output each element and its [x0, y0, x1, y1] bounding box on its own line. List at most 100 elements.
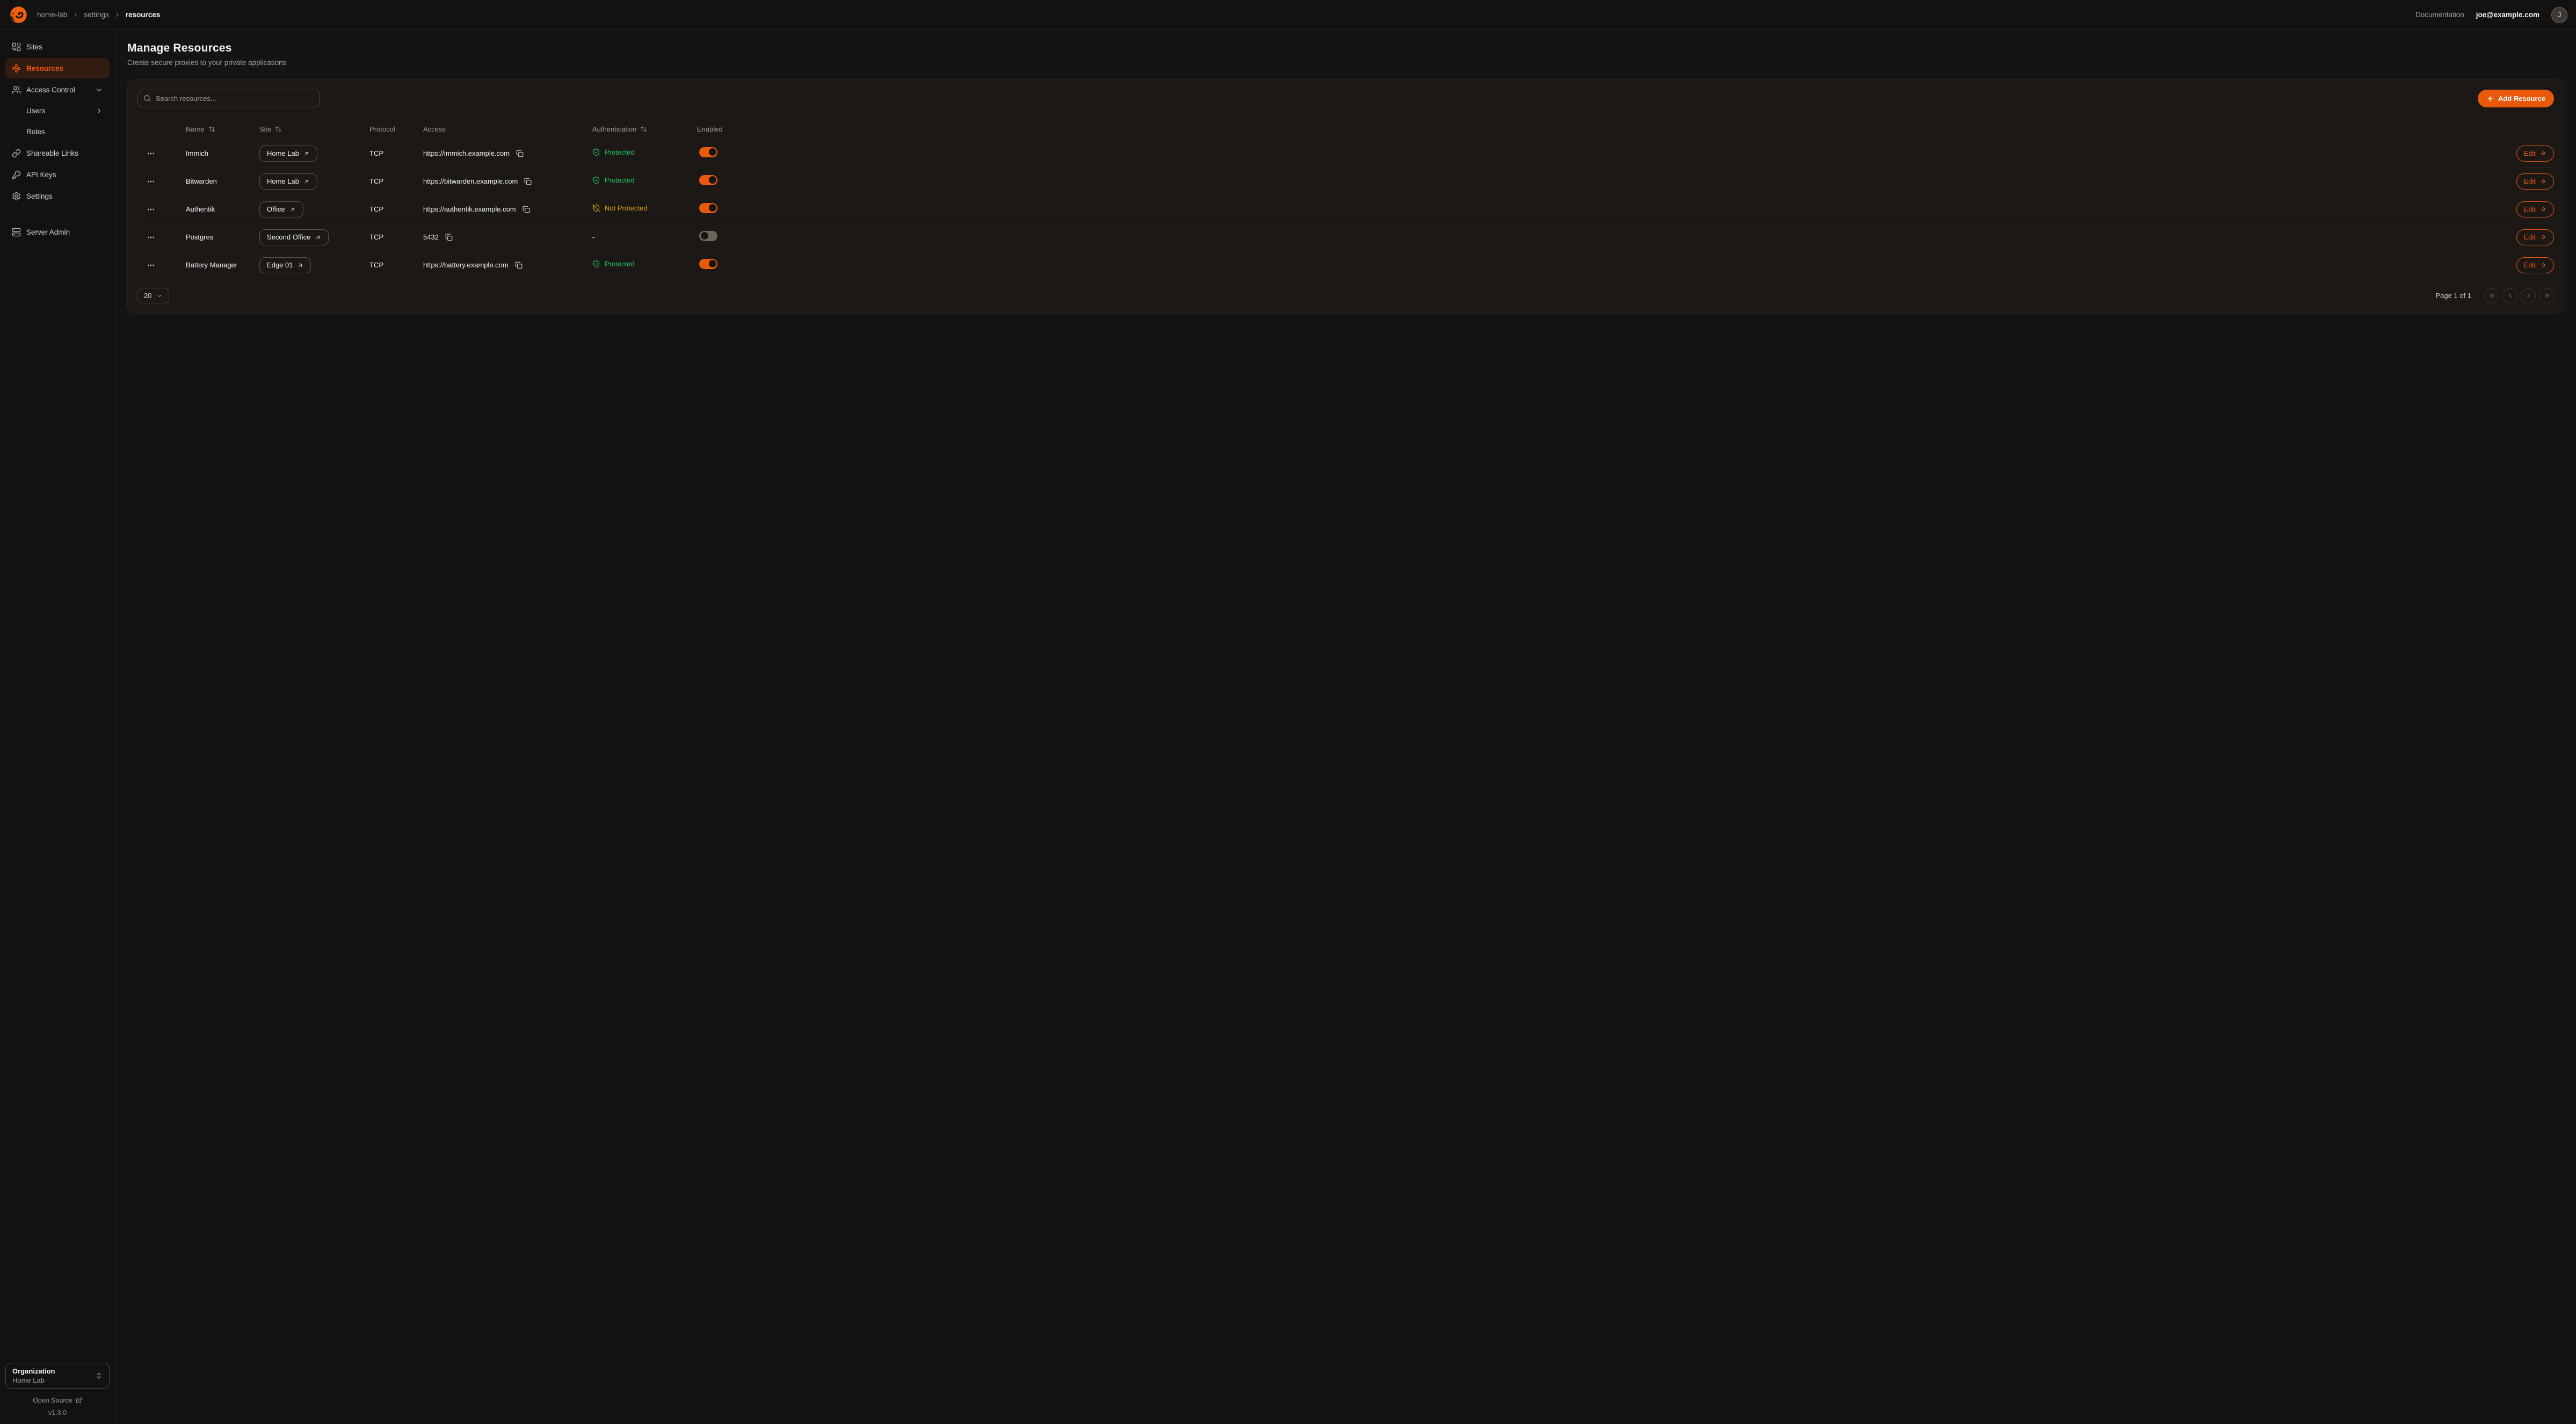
arrow-right-icon — [2539, 206, 2546, 213]
sidebar-item-users[interactable]: Users — [5, 101, 110, 121]
table-row: Postgres Second Office TCP 5432 — [137, 223, 2554, 251]
next-page-button[interactable] — [2521, 288, 2536, 303]
arrow-right-icon — [2539, 178, 2546, 185]
sidebar-footer: Organization Home Lab Open Source v1.3.0 — [0, 1356, 115, 1424]
auth-badge: Protected — [592, 176, 635, 184]
toggle-knob — [709, 204, 716, 212]
chevron-down-icon — [95, 86, 103, 94]
breadcrumb-org[interactable]: home-lab — [37, 11, 67, 19]
row-menu-button[interactable] — [144, 147, 158, 161]
pangolin-logo-icon[interactable] — [9, 5, 28, 25]
sidebar-item-roles[interactable]: Roles — [5, 122, 110, 142]
row-menu-button[interactable] — [144, 258, 158, 272]
chevron-right-icon — [2525, 292, 2532, 299]
site-link-button[interactable]: Edge 01 — [259, 257, 311, 273]
sidebar-item-shareable-links[interactable]: Shareable Links — [5, 143, 110, 163]
sidebar-item-label: Shareable Links — [26, 149, 78, 157]
sidebar-item-server-admin[interactable]: Server Admin — [5, 222, 110, 242]
sidebar-item-settings[interactable]: Settings — [5, 186, 110, 206]
resource-protocol: TCP — [369, 233, 423, 241]
topbar: home-lab settings resources Documentatio… — [0, 0, 2576, 30]
sidebar-item-sites[interactable]: Sites — [5, 37, 110, 57]
arrow-up-right-icon — [315, 234, 321, 241]
header-authentication[interactable]: Authentication — [592, 125, 697, 133]
organization-selector[interactable]: Organization Home Lab — [5, 1363, 110, 1389]
site-link-button[interactable]: Office — [259, 201, 303, 217]
enabled-toggle[interactable] — [699, 147, 717, 157]
edit-button[interactable]: Edit — [2516, 173, 2554, 190]
sidebar-item-api-keys[interactable]: API Keys — [5, 164, 110, 185]
page-size-select[interactable]: 20 — [137, 288, 169, 303]
prev-page-button[interactable] — [2502, 288, 2517, 303]
site-link-button[interactable]: Home Lab — [259, 173, 317, 190]
enabled-toggle[interactable] — [699, 259, 717, 269]
waypoints-icon — [12, 64, 21, 73]
copy-access-button[interactable] — [521, 205, 531, 214]
main-content: Manage Resources Create secure proxies t… — [115, 30, 2576, 1424]
row-menu-button[interactable] — [144, 230, 158, 244]
header-enabled: Enabled — [697, 125, 775, 133]
first-page-button[interactable] — [2484, 288, 2499, 303]
sidebar-item-label: Access Control — [26, 86, 75, 94]
sidebar-item-access-control[interactable]: Access Control — [5, 79, 110, 100]
resource-protocol: TCP — [369, 177, 423, 185]
breadcrumb-settings[interactable]: settings — [84, 11, 109, 19]
site-link-button[interactable]: Home Lab — [259, 146, 317, 162]
table-row: Battery Manager Edge 01 TCP https://batt… — [137, 251, 2554, 279]
header-name[interactable]: Name — [186, 125, 259, 133]
edit-button[interactable]: Edit — [2516, 146, 2554, 162]
avatar[interactable]: J — [2551, 7, 2567, 23]
external-link-icon — [76, 1397, 82, 1404]
shield-off-icon — [592, 204, 600, 212]
version-label: v1.3.0 — [5, 1409, 110, 1416]
header-protocol: Protocol — [369, 125, 423, 133]
row-menu-button[interactable] — [144, 175, 158, 188]
sidebar-item-resources[interactable]: Resources — [5, 58, 110, 78]
enabled-toggle[interactable] — [699, 231, 717, 241]
toggle-knob — [709, 260, 716, 267]
resource-name: Immich — [186, 149, 259, 157]
header-site[interactable]: Site — [259, 125, 369, 133]
ellipsis-icon — [147, 261, 155, 270]
documentation-link[interactable]: Documentation — [2415, 11, 2464, 19]
sort-icon — [208, 126, 215, 133]
breadcrumb-resources: resources — [126, 11, 161, 19]
enabled-toggle[interactable] — [699, 203, 717, 213]
card-toolbar: Add Resource — [137, 90, 2554, 107]
resource-access: https://authentik.example.com — [423, 205, 516, 213]
last-page-button[interactable] — [2539, 288, 2554, 303]
edit-button[interactable]: Edit — [2516, 201, 2554, 217]
copy-access-button[interactable] — [514, 260, 524, 270]
ellipsis-icon — [147, 149, 155, 158]
edit-button[interactable]: Edit — [2516, 257, 2554, 273]
copy-access-button[interactable] — [444, 233, 454, 242]
enabled-toggle[interactable] — [699, 175, 717, 185]
add-resource-button[interactable]: Add Resource — [2478, 90, 2554, 107]
copy-access-button[interactable] — [515, 149, 525, 158]
open-source-label: Open Source — [33, 1397, 72, 1404]
page-info: Page 1 of 1 — [2436, 292, 2472, 300]
chevrons-right-icon — [2543, 292, 2550, 299]
resource-access: https://bitwarden.example.com — [423, 177, 518, 185]
shield-check-icon — [592, 176, 600, 184]
page-size-value: 20 — [144, 292, 151, 300]
toggle-knob — [709, 176, 716, 184]
copy-access-button[interactable] — [523, 177, 533, 186]
ellipsis-icon — [147, 205, 155, 214]
table-row: Authentik Office TCP https://authentik.e… — [137, 195, 2554, 223]
resource-name: Postgres — [186, 233, 259, 241]
resource-protocol: TCP — [369, 205, 423, 213]
ellipsis-icon — [147, 233, 155, 242]
organization-value: Home Lab — [12, 1376, 55, 1384]
toggle-knob — [701, 232, 708, 239]
search-input[interactable] — [137, 90, 320, 107]
row-menu-button[interactable] — [144, 202, 158, 216]
sort-icon — [640, 126, 647, 133]
pagination: 20 Page 1 of 1 — [137, 288, 2554, 303]
edit-button[interactable]: Edit — [2516, 229, 2554, 245]
site-link-button[interactable]: Second Office — [259, 229, 329, 245]
arrow-right-icon — [2539, 150, 2546, 157]
open-source-link[interactable]: Open Source — [5, 1397, 110, 1404]
table-row: Bitwarden Home Lab TCP https://bitwarden… — [137, 168, 2554, 195]
sidebar-item-label: Users — [26, 107, 45, 115]
